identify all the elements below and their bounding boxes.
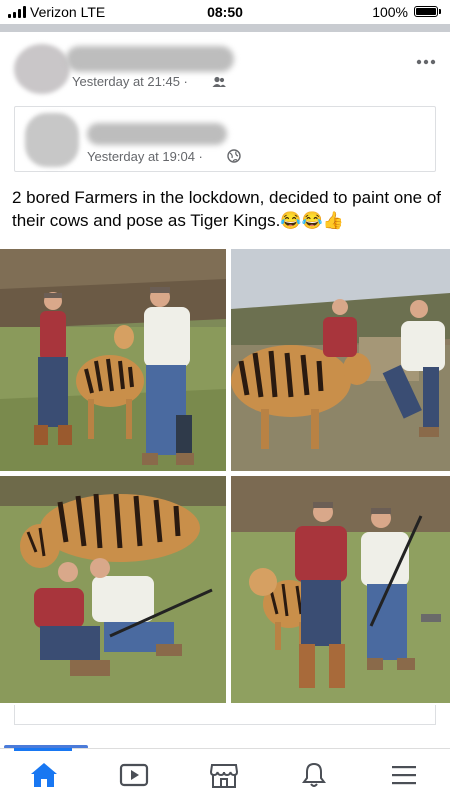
post-footer-edge: [14, 705, 436, 725]
status-bar: Verizon LTE 08:50 100%: [0, 0, 450, 24]
nav-video[interactable]: [114, 759, 154, 791]
notifications-icon: [302, 762, 326, 787]
post-options-button[interactable]: [416, 54, 436, 65]
menu-icon: [392, 766, 416, 785]
shared-post-card[interactable]: Yesterday at 19:04 ·: [14, 106, 436, 172]
author-avatar-redacted[interactable]: [14, 44, 70, 94]
video-icon: [119, 763, 149, 787]
photo-grid: [0, 249, 450, 703]
post-caption: 2 bored Farmers in the lockdown, decided…: [12, 188, 442, 230]
shared-post-timestamp[interactable]: Yesterday at 19:04 ·: [87, 149, 203, 164]
friends-icon: [212, 76, 226, 87]
more-horizontal-icon: [416, 59, 436, 65]
globe-icon: [227, 149, 241, 163]
photo-farmers-standing-with-guns[interactable]: [231, 476, 450, 703]
author-name-redacted[interactable]: [66, 46, 234, 72]
nav-menu[interactable]: [384, 759, 424, 791]
photo-farmers-kneeling-with-cow[interactable]: [0, 476, 226, 703]
home-icon: [31, 763, 57, 787]
photo-farmers-with-cow-2[interactable]: [231, 249, 450, 471]
nav-notifications[interactable]: [294, 759, 334, 791]
battery-percentage: 100%: [372, 4, 408, 20]
bottom-navigation: [0, 748, 450, 801]
post-timestamp[interactable]: Yesterday at 21:45 ·: [72, 74, 188, 89]
post-header: Yesterday at 21:45 ·: [0, 32, 450, 102]
shared-author-name-redacted[interactable]: [87, 123, 227, 145]
battery-icon: [414, 6, 441, 17]
photo-farmers-with-cow-1[interactable]: [0, 249, 226, 471]
shared-author-avatar-redacted[interactable]: [25, 113, 79, 167]
marketplace-icon: [209, 764, 239, 788]
nav-marketplace[interactable]: [204, 759, 244, 791]
feed-divider: [0, 24, 450, 32]
nav-home[interactable]: [24, 759, 64, 791]
active-tab-indicator: [14, 748, 72, 751]
